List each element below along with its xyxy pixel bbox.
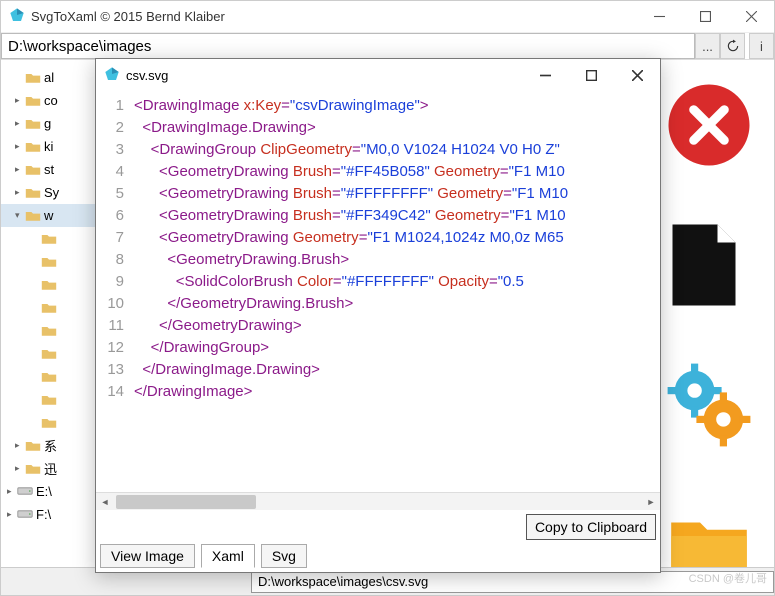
browse-button[interactable]: ... [695, 33, 720, 59]
drive-icon [17, 485, 33, 499]
code-content[interactable]: <DrawingImage x:Key="csvDrawingImage"> <… [132, 91, 660, 492]
close-button[interactable] [728, 1, 774, 33]
tree-label: w [44, 208, 53, 223]
view-tabs: View ImageXamlSvg [96, 544, 660, 572]
xaml-viewer-window: csv.svg 1234567891011121314 <DrawingImag… [95, 58, 661, 573]
folder-icon [25, 140, 41, 154]
folder-icon [41, 370, 57, 384]
tree-label: E:\ [36, 484, 52, 499]
icon-preview-file[interactable] [659, 220, 749, 310]
path-input[interactable] [1, 33, 695, 59]
tree-folder-item[interactable] [1, 411, 95, 434]
app-icon [104, 66, 120, 85]
tree-folder-item[interactable]: ▸迅 [1, 457, 95, 480]
folder-icon [41, 347, 57, 361]
child-maximize-button[interactable] [568, 59, 614, 91]
expand-icon[interactable]: ▸ [15, 95, 25, 106]
icon-preview-folder[interactable] [664, 500, 754, 567]
folder-icon [25, 117, 41, 131]
tree-label: g [44, 116, 51, 131]
tree-label: F:\ [36, 507, 51, 522]
child-close-button[interactable] [614, 59, 660, 91]
tab-svg[interactable]: Svg [261, 544, 307, 568]
main-title: SvgToXaml © 2015 Bernd Klaiber [31, 9, 636, 24]
child-title: csv.svg [126, 68, 522, 83]
tree-folder-item[interactable]: ▸ ki [1, 135, 95, 158]
scroll-right-icon[interactable]: ► [643, 494, 659, 510]
icon-preview-close[interactable] [664, 80, 754, 170]
expand-icon[interactable]: ▸ [15, 164, 25, 175]
tree-folder-item[interactable] [1, 296, 95, 319]
tree-folder-item[interactable] [1, 250, 95, 273]
folder-icon [41, 278, 57, 292]
tree-drive-item[interactable]: ▸E:\ [1, 480, 95, 503]
tree-folder-item[interactable] [1, 273, 95, 296]
tree-label: al [44, 70, 54, 85]
child-titlebar[interactable]: csv.svg [96, 59, 660, 91]
tab-view-image[interactable]: View Image [100, 544, 195, 568]
code-editor[interactable]: 1234567891011121314 <DrawingImage x:Key=… [96, 91, 660, 492]
folder-icon [41, 393, 57, 407]
tree-folder-item[interactable] [1, 342, 95, 365]
scroll-left-icon[interactable]: ◄ [97, 494, 113, 510]
tree-folder-item[interactable]: al [1, 66, 95, 89]
folder-icon [25, 439, 41, 453]
folder-icon [41, 324, 57, 338]
tree-drive-item[interactable]: ▸F:\ [1, 503, 95, 526]
tree-folder-item[interactable] [1, 227, 95, 250]
tab-xaml[interactable]: Xaml [201, 544, 255, 568]
app-icon [9, 7, 25, 26]
folder-icon [41, 232, 57, 246]
copy-row: Copy to Clipboard [96, 510, 660, 544]
tree-folder-item[interactable] [1, 365, 95, 388]
tree-label: 系 [44, 436, 57, 455]
expand-icon[interactable]: ▾ [15, 210, 25, 221]
tree-label: ki [44, 139, 53, 154]
tree-folder-item[interactable] [1, 319, 95, 342]
copy-to-clipboard-button[interactable]: Copy to Clipboard [526, 514, 656, 540]
folder-icon [41, 416, 57, 430]
tree-folder-item[interactable]: ▸ st [1, 158, 95, 181]
refresh-button[interactable] [720, 33, 745, 59]
expand-icon[interactable]: ▸ [15, 141, 25, 152]
toolbar: ... i [1, 33, 774, 60]
line-gutter: 1234567891011121314 [96, 91, 132, 492]
folder-icon [41, 255, 57, 269]
tree-folder-item[interactable]: ▸g [1, 112, 95, 135]
horizontal-scrollbar[interactable]: ◄ ► [96, 492, 660, 510]
main-titlebar[interactable]: SvgToXaml © 2015 Bernd Klaiber [1, 1, 774, 33]
icon-preview-settings[interactable] [664, 360, 754, 450]
tree-label: Sy [44, 185, 59, 200]
folder-icon [25, 163, 41, 177]
tree-folder-item[interactable] [1, 388, 95, 411]
minimize-button[interactable] [636, 1, 682, 33]
tree-folder-item[interactable]: ▸ Sy [1, 181, 95, 204]
tree-folder-item[interactable]: ▾w [1, 204, 95, 227]
drive-icon [17, 508, 33, 522]
child-minimize-button[interactable] [522, 59, 568, 91]
expand-icon[interactable]: ▸ [15, 187, 25, 198]
expand-icon[interactable]: ▸ [15, 118, 25, 129]
folder-icon [25, 186, 41, 200]
tree-folder-item[interactable]: ▸系 [1, 434, 95, 457]
tree-label: co [44, 93, 58, 108]
folder-icon [25, 209, 41, 223]
tree-label: st [44, 162, 54, 177]
tree-label: 迅 [44, 459, 57, 478]
scroll-thumb[interactable] [116, 495, 256, 509]
tree-folder-item[interactable]: ▸ co [1, 89, 95, 112]
info-button[interactable]: i [749, 33, 774, 59]
folder-icon [25, 94, 41, 108]
watermark: CSDN @卷儿哥 [689, 570, 767, 586]
maximize-button[interactable] [682, 1, 728, 33]
folder-tree[interactable]: al▸co▸g▸ki▸st▸Sy▾w▸系▸迅▸E:\▸F:\ [1, 60, 96, 567]
folder-icon [25, 462, 41, 476]
folder-icon [41, 301, 57, 315]
folder-icon [25, 71, 41, 85]
